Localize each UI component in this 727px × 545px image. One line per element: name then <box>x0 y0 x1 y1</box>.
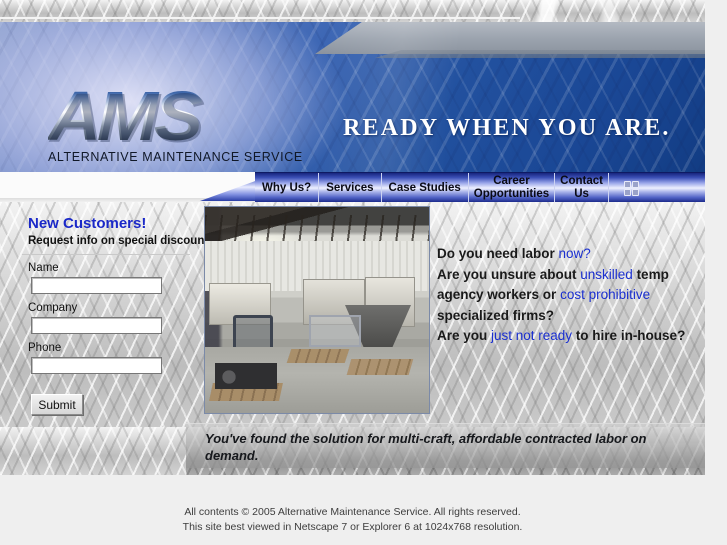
copy-line-2: Are you unsure about unskilled temp <box>437 265 699 286</box>
nav-item-why-us[interactable]: Why Us? <box>255 173 320 202</box>
form-divider <box>22 254 190 255</box>
copy-highlight: unskilled <box>580 266 633 282</box>
machine-shop-photo <box>204 206 430 414</box>
copy-line-4: specialized firms? <box>437 307 555 323</box>
photo-pallet <box>286 349 350 363</box>
nav-label: Career Opportunities <box>474 175 549 200</box>
page-footer: All contents © 2005 Alternative Maintena… <box>0 475 705 545</box>
copy-text: temp <box>632 266 669 282</box>
nav-item-career-opportunities[interactable]: Career Opportunities <box>469 173 556 202</box>
copy-text: agency workers or <box>437 287 561 302</box>
nav-label: Why Us? <box>262 181 312 194</box>
copy-line-1: Do you need labor now? <box>437 244 699 265</box>
logo-wordmark: AMS <box>48 81 290 151</box>
copy-text: Do you need labor <box>437 246 559 261</box>
phone-label: Phone <box>28 342 62 354</box>
nav-label: Services <box>326 181 374 194</box>
nav-label-line2: Opportunities <box>473 187 550 200</box>
tagline-bar: You've found the solution for multi-craf… <box>186 423 705 468</box>
nav-item-services[interactable]: Services <box>319 173 382 202</box>
copy-highlight: now? <box>558 246 591 261</box>
nav-bar: Why Us? Services Case Studies Career Opp… <box>255 172 705 203</box>
form-heading: New Customers! <box>28 215 147 232</box>
name-label: Name <box>28 262 59 274</box>
photo-metal-coils <box>215 363 277 389</box>
nav-label-line1: Contact <box>560 175 603 187</box>
company-label: Company <box>28 302 78 314</box>
copy-line-3: agency workers or cost prohibitive <box>437 285 699 306</box>
top-diagonal-sheen <box>430 0 710 22</box>
nav-label-line2: Us <box>574 187 589 200</box>
right-margin <box>705 0 727 545</box>
photo-pallet <box>346 359 414 375</box>
nav-item-contact-us[interactable]: Contact Us <box>555 173 609 202</box>
marketing-copy: Do you need labor now? Are you unsure ab… <box>437 244 699 347</box>
nav-label-line1: Career <box>493 175 530 187</box>
site-logo[interactable]: AMS ALTERNATIVE MAINTENANCE SERVICE <box>48 81 302 165</box>
nav-grip-handle[interactable] <box>609 173 653 202</box>
copy-highlight: cost prohibitive <box>560 287 651 302</box>
copy-text: Are you <box>437 328 492 343</box>
company-input[interactable] <box>31 317 162 334</box>
nav-label: Contact Us <box>560 175 603 200</box>
name-input[interactable] <box>31 277 162 294</box>
copy-line-5: Are you just not ready to hire in-house? <box>437 326 699 347</box>
phone-input[interactable] <box>31 357 162 374</box>
tagline-text: You've found the solution for multi-craf… <box>205 431 647 463</box>
new-customers-form: New Customers! Request info on special d… <box>0 202 218 427</box>
footer-browser-note: This site best viewed in Netscape 7 or E… <box>182 521 523 533</box>
nav-label: Case Studies <box>388 181 461 194</box>
copy-text: to hire in-house? <box>572 328 686 343</box>
lower-metal-strip-left <box>0 427 186 475</box>
grip-dots-icon <box>624 181 640 196</box>
page-root: AMS ALTERNATIVE MAINTENANCE SERVICE READ… <box>0 0 727 545</box>
form-subheading: Request info on special discounts. <box>28 235 218 247</box>
copy-highlight: just not ready <box>491 328 573 343</box>
header-banner: AMS ALTERNATIVE MAINTENANCE SERVICE READ… <box>0 22 705 172</box>
submit-button[interactable]: Submit <box>31 394 83 415</box>
footer-copyright: All contents © 2005 Alternative Maintena… <box>184 506 521 518</box>
nav-item-case-studies[interactable]: Case Studies <box>382 173 469 202</box>
photo-work-bench <box>309 315 361 347</box>
copy-text: Are you unsure about <box>437 266 581 282</box>
banner-tagline: READY WHEN YOU ARE. <box>343 115 671 141</box>
main-navigation: Why Us? Services Case Studies Career Opp… <box>0 172 705 204</box>
photo-roof-truss <box>205 215 429 241</box>
top-metal-strip <box>0 0 710 22</box>
